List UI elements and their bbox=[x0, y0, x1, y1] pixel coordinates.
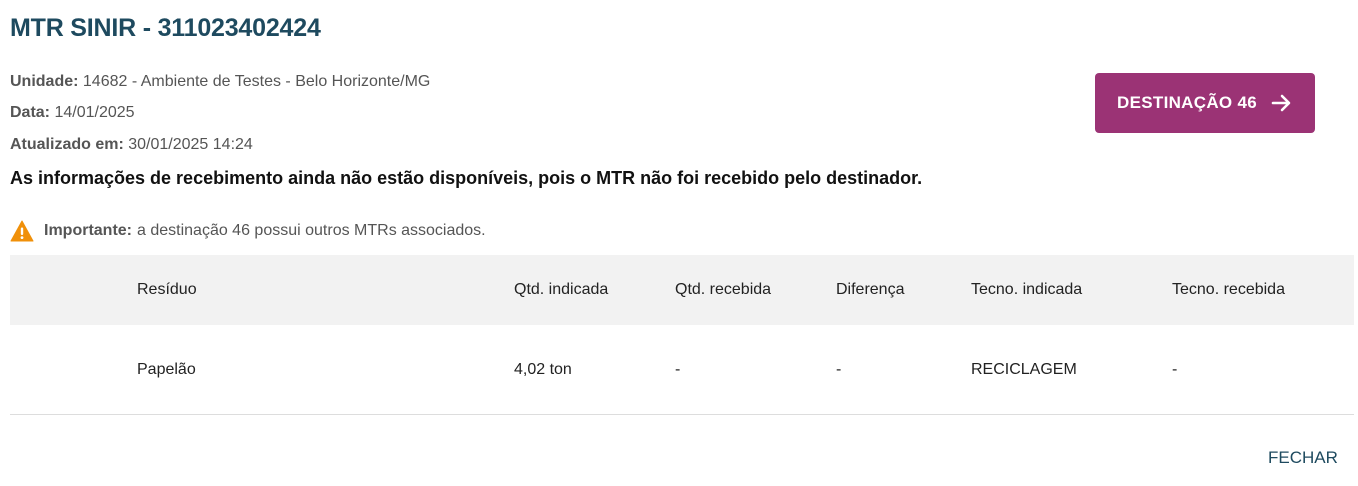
arrow-right-icon bbox=[1269, 91, 1293, 115]
column-header-residuo: Resíduo bbox=[137, 281, 197, 298]
destination-button-label: DESTINAÇÃO 46 bbox=[1117, 93, 1257, 112]
residue-table: Resíduo Qtd. indicada Qtd. recebida Dife… bbox=[10, 255, 1354, 415]
unidade-label: Unidade: bbox=[10, 73, 79, 90]
data-value: 14/01/2025 bbox=[54, 104, 135, 121]
column-header-tecno-recebida: Tecno. recebida bbox=[1172, 281, 1285, 298]
cell-tecno-indicada: RECICLAGEM bbox=[971, 360, 1077, 378]
column-header-qtd-recebida: Qtd. recebida bbox=[675, 281, 772, 298]
column-header-qtd-indicada: Qtd. indicada bbox=[514, 281, 609, 298]
table-row: Papelão 4,02 ton - - RECICLAGEM - bbox=[10, 325, 1354, 415]
atualizado-row: Atualizado em: 30/01/2025 14:24 bbox=[10, 136, 253, 154]
unidade-row: Unidade: 14682 - Ambiente de Testes - Be… bbox=[10, 73, 430, 91]
unidade-value: 14682 - Ambiente de Testes - Belo Horizo… bbox=[82, 73, 431, 90]
warning-icon bbox=[10, 220, 34, 242]
cell-residuo: Papelão bbox=[137, 360, 196, 378]
cell-diferenca: - bbox=[836, 360, 842, 378]
warning-text: a destinação 46 possui outros MTRs assoc… bbox=[137, 222, 486, 239]
cell-tecno-recebida: - bbox=[1172, 360, 1178, 378]
page-title: MTR SINIR - 311023402424 bbox=[10, 14, 321, 42]
data-row: Data: 14/01/2025 bbox=[10, 104, 135, 122]
destination-button[interactable]: DESTINAÇÃO 46 bbox=[1095, 73, 1315, 133]
warning-label: Importante: bbox=[44, 222, 132, 239]
column-header-tecno-indicada: Tecno. indicada bbox=[971, 281, 1083, 298]
data-label: Data: bbox=[10, 104, 51, 121]
atualizado-label: Atualizado em: bbox=[10, 136, 124, 153]
table-header: Resíduo Qtd. indicada Qtd. recebida Dife… bbox=[10, 255, 1354, 325]
atualizado-value: 30/01/2025 14:24 bbox=[128, 136, 253, 153]
warning-message: Importante: a destinação 46 possui outro… bbox=[10, 220, 486, 242]
close-button[interactable]: FECHAR bbox=[1262, 446, 1344, 470]
column-header-diferenca: Diferença bbox=[836, 281, 905, 298]
cell-qtd-recebida: - bbox=[675, 360, 681, 378]
receipt-notice: As informações de recebimento ainda não … bbox=[10, 168, 923, 188]
cell-qtd-indicada: 4,02 ton bbox=[514, 360, 572, 378]
